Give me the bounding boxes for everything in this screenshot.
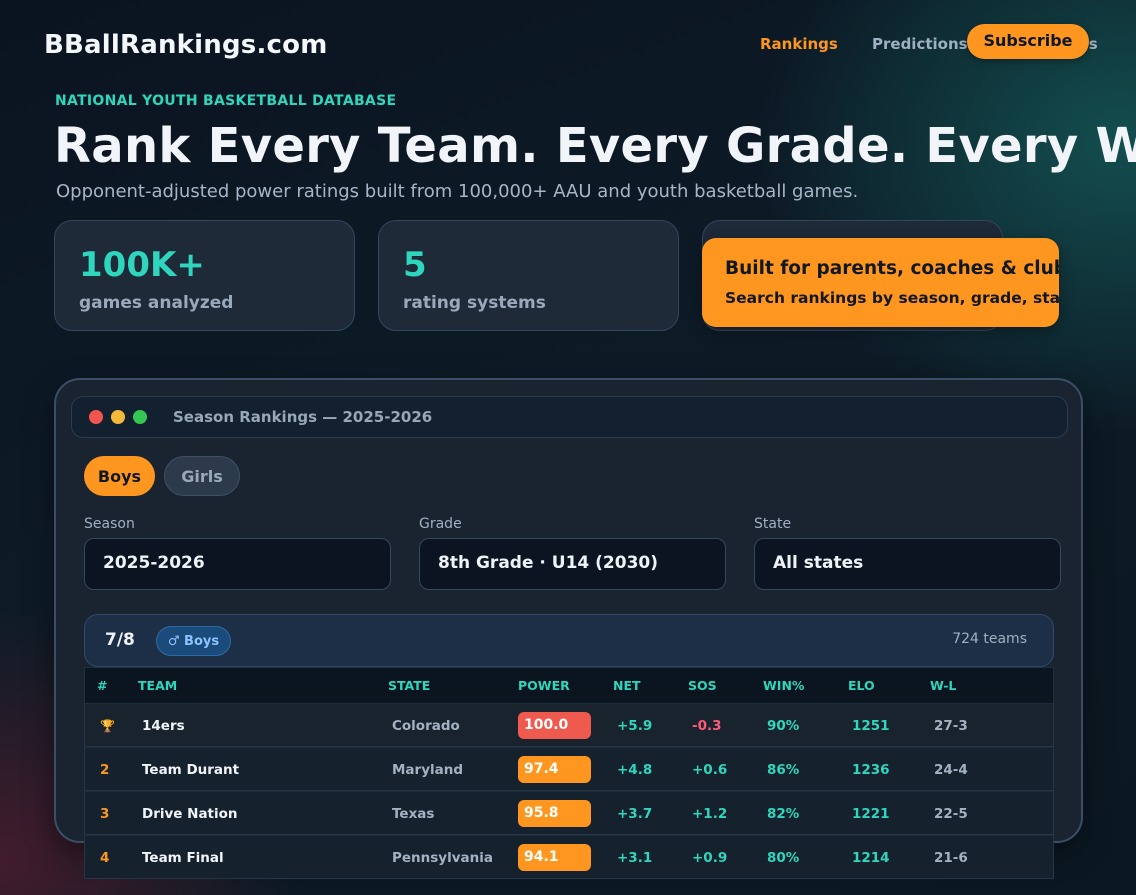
win-percent: 90% [767,718,800,734]
sos-rating: -0.3 [692,718,722,734]
elo-rating: 1251 [852,718,890,734]
win-loss: 24-4 [934,762,968,778]
hero-eyebrow: NATIONAL YOUTH BASKETBALL DATABASE [55,93,397,109]
win-percent: 82% [767,806,800,822]
rank-number: 4 [100,850,110,866]
team-name[interactable]: Team Durant [142,762,239,778]
col-header-wl[interactable]: W-L [930,678,956,693]
team-count: 724 teams [952,631,1027,647]
minimize-dot-icon [111,410,125,424]
col-header-state[interactable]: STATE [388,678,430,693]
table-row[interactable]: 4 Team Final Pennsylvania 94.1 +3.1 +0.9… [84,835,1054,879]
elo-rating: 1236 [852,762,890,778]
team-state: Texas [392,806,435,822]
trophy-icon: 🏆 [100,719,115,733]
col-header-team[interactable]: TEAM [138,678,177,693]
col-header-sos[interactable]: SOS [688,678,717,693]
team-name[interactable]: 14ers [142,718,185,734]
close-dot-icon [89,410,103,424]
window-titlebar: Season Rankings — 2025-2026 [71,396,1068,438]
net-rating: +5.9 [617,718,653,734]
nav-link-rankings[interactable]: Rankings [760,35,838,53]
win-loss: 27-3 [934,718,968,734]
sos-rating: +0.6 [692,762,728,778]
hero-headline: Rank Every Team. Every Grade. Every We [54,118,1136,174]
audience-callout: Built for parents, coaches & clubs Searc… [702,238,1059,327]
col-header-elo[interactable]: ELO [848,678,875,693]
tab-boys[interactable]: Boys [84,456,155,496]
rank-number: 2 [100,762,110,778]
callout-text: Search rankings by season, grade, state … [725,289,1059,307]
hero-subhead: Opponent-adjusted power ratings built fr… [56,181,859,202]
season-select[interactable]: 2025-2026 [84,538,391,590]
callout-title: Built for parents, coaches & clubs [725,258,1059,279]
col-header-win[interactable]: WIN% [763,678,804,693]
team-name[interactable]: Team Final [142,850,224,866]
net-rating: +3.7 [617,806,653,822]
win-loss: 22-5 [934,806,968,822]
state-label: State [754,516,792,532]
team-state: Colorado [392,718,460,734]
stat-value: 100K+ [79,245,205,285]
elo-rating: 1214 [852,850,890,866]
maximize-dot-icon [133,410,147,424]
power-rating: 100.0 [518,712,591,739]
stat-card-games: 100K+ games analyzed [54,220,355,331]
table-row[interactable]: 3 Drive Nation Texas 95.8 +3.7 +1.2 82% … [84,791,1054,835]
win-percent: 80% [767,850,800,866]
win-loss: 21-6 [934,850,968,866]
stat-card-systems: 5 rating systems [378,220,679,331]
col-header-net[interactable]: NET [613,678,641,693]
grade-select[interactable]: 8th Grade · U14 (2030) [419,538,726,590]
net-rating: +4.8 [617,762,653,778]
col-header-rank[interactable]: # [97,678,107,693]
rankings-table: # TEAM STATE POWER NET SOS WIN% ELO W-L … [84,667,1054,879]
sos-rating: +0.9 [692,850,728,866]
tab-girls[interactable]: Girls [164,456,240,496]
power-rating: 97.4 [518,756,591,783]
subscribe-button[interactable]: Subscribe [967,24,1089,59]
team-name[interactable]: Drive Nation [142,806,238,822]
power-rating: 94.1 [518,844,591,871]
table-row[interactable]: 2 Team Durant Maryland 97.4 +4.8 +0.6 86… [84,747,1054,791]
team-state: Pennsylvania [392,850,493,866]
win-percent: 86% [767,762,800,778]
season-label: Season [84,516,135,532]
stat-label: games analyzed [79,293,234,313]
gender-badge: ♂ Boys [156,626,231,656]
state-select[interactable]: All states [754,538,1061,590]
rank-number: 3 [100,806,110,822]
power-rating: 95.8 [518,800,591,827]
stat-value: 5 [403,245,427,285]
site-logo[interactable]: BBallRankings.com [44,30,328,60]
elo-rating: 1221 [852,806,890,822]
stat-label: rating systems [403,293,546,313]
grade-label: Grade [419,516,462,532]
nav-link-predictions[interactable]: Predictions [872,35,968,53]
net-rating: +3.1 [617,850,653,866]
table-row[interactable]: 🏆 14ers Colorado 100.0 +5.9 -0.3 90% 125… [84,703,1054,747]
grade-short-label: 7/8 [105,630,135,650]
team-state: Maryland [392,762,464,778]
col-header-power[interactable]: POWER [518,678,570,693]
grade-group-header: 7/8 ♂ Boys 724 teams [84,614,1054,667]
table-header: # TEAM STATE POWER NET SOS WIN% ELO W-L [84,667,1054,703]
sos-rating: +1.2 [692,806,728,822]
window-title: Season Rankings — 2025-2026 [173,408,433,426]
